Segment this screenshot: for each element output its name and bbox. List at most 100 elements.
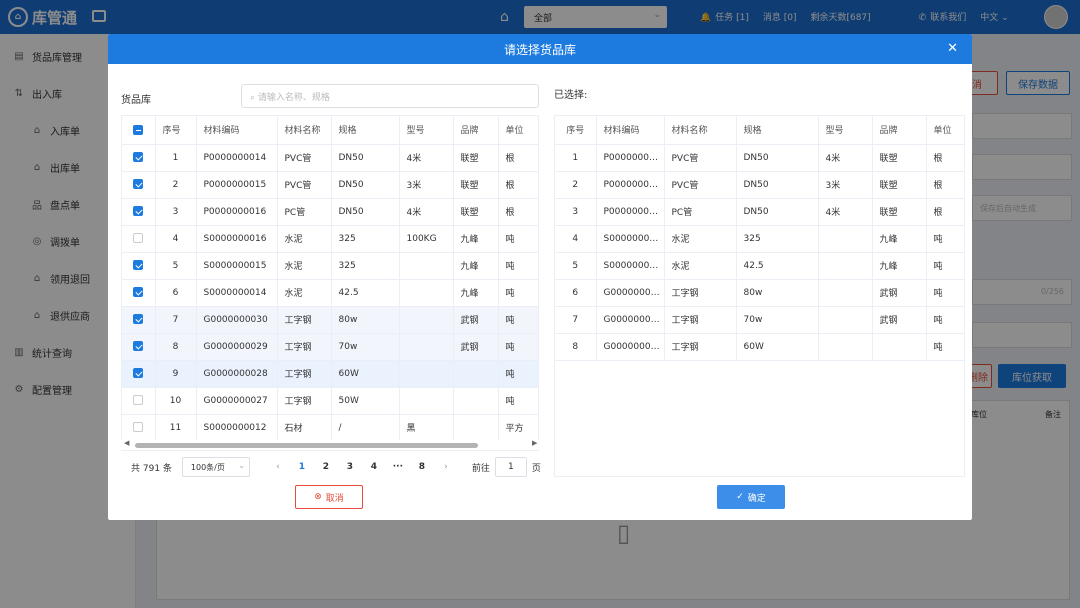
table-row[interactable]: 4 S0000000016 水泥 325 100KG 九峰吨: [122, 225, 538, 253]
table-cell: 石材: [277, 414, 332, 442]
goods-table-body: 1 P0000000014 PVC管 DN50 4米 联塑根 2 P0000000015 PVC…: [122, 144, 538, 442]
page-button[interactable]: 4: [362, 462, 386, 472]
table-row[interactable]: 1 P0000000014 PVC管 DN50 4米 联塑根: [555, 144, 964, 172]
table-row[interactable]: 7 G0000000030 工字钢 80w 武钢吨: [122, 306, 538, 334]
table-cell: [818, 333, 873, 361]
table-row[interactable]: 5 S0000000015 水泥 325 九峰吨: [122, 252, 538, 280]
table-cell: 3米: [399, 171, 454, 199]
table-cell: 80w: [331, 306, 400, 334]
table-cell: 吨: [498, 279, 538, 307]
search-icon: ⌕: [250, 93, 258, 103]
row-checkbox[interactable]: [122, 198, 156, 226]
search-input[interactable]: ⌕ 请输入名称、规格: [241, 84, 539, 108]
table-cell: [399, 333, 454, 361]
column-header: 型号: [399, 116, 454, 145]
modal-header: 请选择货品库 ✕: [108, 34, 972, 64]
table-cell: 武钢: [453, 306, 499, 334]
table-cell: 10: [155, 387, 197, 415]
selected-table-grid: 序号 材料编码 材料名称 规格 型号 品牌 单位 1 P0000000014 PVC…: [555, 116, 964, 361]
pagination: 共 791 条 100条/页 ⌄ ‹ 1 2 3 4 ··· 8 › 前往 1 …: [131, 456, 541, 478]
table-row[interactable]: 5 S0000000014 水泥 42.5 九峰吨: [555, 252, 964, 280]
table-row[interactable]: 6 S0000000014 水泥 42.5 九峰吨: [122, 279, 538, 307]
cancel-button[interactable]: ⊗ 取消: [295, 485, 363, 509]
table-cell: 九峰: [453, 279, 499, 307]
table-cell: 2: [155, 171, 197, 199]
table-cell: 工字钢: [664, 279, 737, 307]
row-checkbox[interactable]: [122, 414, 156, 442]
table-row[interactable]: 7 G0000000029 工字钢 70w 武钢吨: [555, 306, 964, 334]
table-cell: 水泥: [277, 225, 332, 253]
table-cell: /: [331, 414, 400, 442]
table-row[interactable]: 2 P0000000015 PVC管 DN50 3米 联塑根: [555, 171, 964, 199]
table-row[interactable]: 8 G0000000028 工字钢 60W 吨: [555, 333, 964, 361]
row-checkbox[interactable]: [122, 387, 156, 415]
table-cell: G0000000029: [596, 306, 665, 334]
table-row[interactable]: 2 P0000000015 PVC管 DN50 3米 联塑根: [122, 171, 538, 199]
table-cell: 3: [555, 198, 597, 226]
row-checkbox[interactable]: [122, 144, 156, 172]
page-button[interactable]: 3: [338, 462, 362, 472]
row-checkbox[interactable]: [122, 360, 156, 388]
table-cell: [453, 360, 499, 388]
next-page-icon[interactable]: ›: [434, 462, 458, 472]
table-cell: 根: [926, 171, 964, 199]
table-cell: 工字钢: [277, 387, 332, 415]
table-cell: 吨: [498, 252, 538, 280]
table-cell: 5: [155, 252, 197, 280]
page-button[interactable]: 8: [410, 462, 434, 472]
table-row[interactable]: 11 S0000000012 石材 / 黑 平方: [122, 414, 538, 442]
table-row[interactable]: 9 G0000000028 工字钢 60W 吨: [122, 360, 538, 388]
goto-page-input[interactable]: 1: [494, 457, 527, 477]
table-row[interactable]: 6 G0000000030 工字钢 80w 武钢吨: [555, 279, 964, 307]
table-cell: 根: [926, 198, 964, 226]
column-header: 材料编码: [196, 116, 278, 145]
more-pages-button[interactable]: ···: [386, 462, 410, 472]
table-cell: 100KG: [399, 225, 454, 253]
table-row[interactable]: 4 S0000000015 水泥 325 九峰吨: [555, 225, 964, 253]
table-cell: 60W: [736, 333, 819, 361]
table-cell: 工字钢: [664, 333, 737, 361]
table-cell: 吨: [498, 333, 538, 361]
page-size-select[interactable]: 100条/页 ⌄: [181, 457, 250, 477]
modal-title: 请选择货品库: [503, 42, 576, 57]
row-checkbox[interactable]: [122, 225, 156, 253]
scroll-left-arrow-icon[interactable]: ◀: [124, 439, 129, 447]
table-cell: [453, 414, 499, 442]
table-row[interactable]: 1 P0000000014 PVC管 DN50 4米 联塑根: [122, 144, 538, 172]
table-row[interactable]: 8 G0000000029 工字钢 70w 武钢吨: [122, 333, 538, 361]
table-cell: 6: [555, 279, 597, 307]
table-row[interactable]: 3 P0000000016 PC管 DN50 4米 联塑根: [122, 198, 538, 226]
row-checkbox[interactable]: [122, 171, 156, 199]
row-checkbox[interactable]: [122, 333, 156, 361]
table-cell: G0000000027: [196, 387, 278, 415]
table-row[interactable]: 10 G0000000027 工字钢 50W 吨: [122, 387, 538, 415]
scroll-right-arrow-icon[interactable]: ▶: [532, 439, 537, 447]
table-cell: 吨: [498, 360, 538, 388]
page-button[interactable]: 2: [314, 462, 338, 472]
table-cell: 7: [155, 306, 197, 334]
table-cell: S0000000014: [596, 252, 665, 280]
table-cell: 11: [155, 414, 197, 442]
row-checkbox[interactable]: [122, 306, 156, 334]
confirm-button[interactable]: ✓ 确定: [717, 485, 785, 509]
table-cell: DN50: [331, 171, 400, 199]
row-checkbox[interactable]: [122, 279, 156, 307]
table-cell: G0000000030: [596, 279, 665, 307]
table-cell: 3: [155, 198, 197, 226]
row-checkbox[interactable]: [122, 252, 156, 280]
select-all-checkbox[interactable]: [122, 116, 156, 145]
table-cell: 吨: [926, 279, 964, 307]
table-cell: 4米: [818, 198, 873, 226]
prev-page-icon[interactable]: ‹: [266, 462, 290, 472]
table-cell: 2: [555, 171, 597, 199]
table-cell: 武钢: [872, 279, 927, 307]
page-button[interactable]: 1: [290, 462, 314, 472]
table-cell: [818, 252, 873, 280]
table-cell: 9: [155, 360, 197, 388]
table-cell: 4: [555, 225, 597, 253]
table-cell: P0000000016: [596, 198, 665, 226]
table-row[interactable]: 3 P0000000016 PC管 DN50 4米 联塑根: [555, 198, 964, 226]
horizontal-scrollbar[interactable]: [135, 443, 478, 448]
table-cell: 工字钢: [277, 306, 332, 334]
close-icon[interactable]: ✕: [947, 41, 958, 56]
